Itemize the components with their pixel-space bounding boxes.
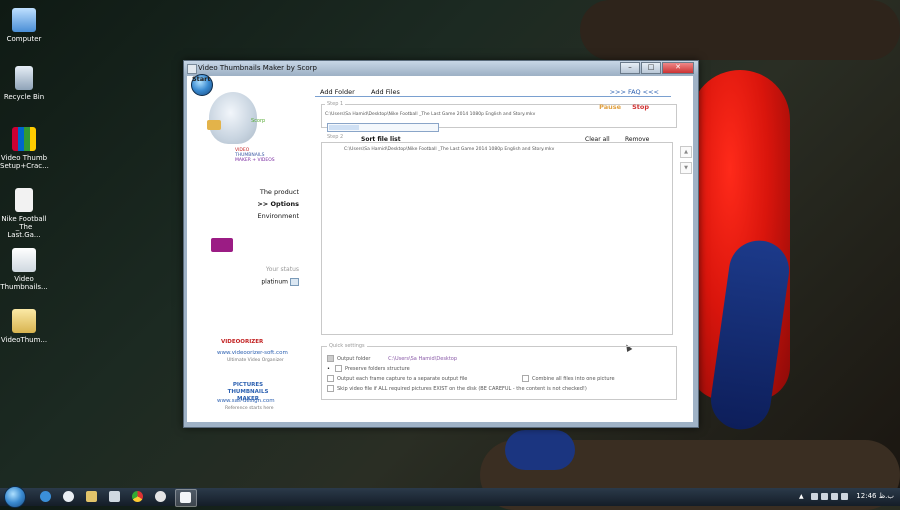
- volume-icon[interactable]: [831, 493, 838, 500]
- list-item[interactable]: C:\Users\Sa Hamid\Desktop\Nike Football …: [344, 147, 554, 152]
- each-frame-label: Output each frame capture to a separate …: [337, 376, 468, 382]
- background-branch-top: [580, 0, 900, 60]
- toolbar-divider: [315, 96, 671, 97]
- desktop-icon-label: Computer: [6, 35, 42, 43]
- skip-existing-option[interactable]: Skip video file if ALL required pictures…: [327, 385, 587, 392]
- winrar-archive-icon: [12, 127, 36, 151]
- video-thumbnails-app-icon: [180, 492, 191, 503]
- step1-path: C:\Users\Sa Hamid\Desktop\Nike Football …: [325, 112, 536, 117]
- move-down-button[interactable]: ▼: [680, 162, 692, 174]
- add-folder-button[interactable]: Add Folder: [320, 88, 355, 96]
- task-manager-icon[interactable]: [109, 491, 120, 502]
- explorer-icon[interactable]: [86, 491, 97, 502]
- minimize-button[interactable]: –: [620, 62, 640, 74]
- app-icon: [187, 64, 197, 74]
- scorp-bird-logo-icon: [209, 92, 257, 144]
- taskbar: ▲ 12:46 ب.ظ: [0, 486, 900, 508]
- ie-icon[interactable]: [40, 491, 51, 502]
- video-file-icon: [15, 188, 33, 212]
- output-folder-label: Output folder: [337, 356, 371, 362]
- maximize-button[interactable]: □: [641, 62, 661, 74]
- progress-indicator: [329, 125, 359, 130]
- logo-caption: VIDEO THUMBNAILS MAKER + VIDEOS: [235, 148, 275, 163]
- status-label: Your status: [265, 266, 299, 273]
- chrome-icon[interactable]: [132, 491, 143, 502]
- settings-icon[interactable]: [155, 491, 166, 502]
- skip-existing-checkbox[interactable]: [327, 385, 334, 392]
- shortcut-icon: [12, 248, 36, 272]
- desktop-icon-label: VideoThum...: [0, 336, 48, 344]
- output-folder-checkbox[interactable]: [327, 355, 334, 362]
- show-hidden-icons-icon[interactable]: ▲: [799, 493, 806, 500]
- desktop-icon-label: Nike Football _The Last.Ga...: [1, 215, 47, 239]
- nav-the-product[interactable]: The product: [260, 188, 299, 196]
- network-icon[interactable]: [821, 493, 828, 500]
- title-bar[interactable]: Video Thumbnails Maker by Scorp – □ ✕: [184, 61, 698, 75]
- each-frame-checkbox[interactable]: [327, 375, 334, 382]
- window-title: Video Thumbnails Maker by Scorp: [198, 64, 317, 72]
- language-icon[interactable]: [841, 493, 848, 500]
- preserve-structure-label: Preserve folders structure: [344, 366, 410, 372]
- file-list[interactable]: C:\Users\Sa Hamid\Desktop\Nike Football …: [321, 142, 673, 335]
- step1-label: Step 1: [325, 101, 346, 107]
- skip-existing-label: Skip video file if ALL required pictures…: [337, 386, 587, 392]
- left-panel: Scorp VIDEO THUMBNAILS MAKER + VIDEOS Th…: [187, 76, 305, 422]
- videoorizer-subtitle: Ultimate Video Organizer: [227, 358, 284, 363]
- step2-label: Step 2: [325, 134, 346, 140]
- desktop-icon-nike-video[interactable]: Nike Football _The Last.Ga...: [0, 188, 48, 239]
- move-up-button[interactable]: ▲: [680, 146, 692, 158]
- recycle-bin-icon: [15, 66, 33, 90]
- nav-options[interactable]: >> Options: [257, 200, 299, 208]
- computer-icon: [12, 8, 36, 32]
- logo-line: MAKER + VIDEOS: [235, 158, 275, 163]
- videoorizer-brand: VIDEOORIZER: [221, 339, 264, 345]
- desktop-icon-video-thumbnails-shortcut[interactable]: Video Thumbnails...: [0, 248, 48, 291]
- combine-checkbox[interactable]: [522, 375, 529, 382]
- each-frame-option[interactable]: Output each frame capture to a separate …: [327, 375, 467, 382]
- start-button[interactable]: Start: [191, 74, 213, 96]
- desktop-icon-label: Video Thumb Setup+Crac...: [0, 154, 49, 170]
- step1-progress-field[interactable]: [327, 123, 439, 132]
- output-folder-option[interactable]: Output folder C:\Users\Sa Hamid\Desktop: [327, 355, 457, 362]
- folder-icon: [12, 309, 36, 333]
- videoorizer-link[interactable]: www.videoorizer-soft.com: [217, 350, 288, 356]
- start-button-orb[interactable]: [4, 486, 26, 508]
- desktop-icon-setup-archive[interactable]: Video Thumb Setup+Crac...: [0, 127, 49, 170]
- flag-icon[interactable]: [811, 493, 818, 500]
- window-client: Scorp VIDEO THUMBNAILS MAKER + VIDEOS Th…: [187, 74, 693, 422]
- stop-button[interactable]: Stop: [632, 103, 649, 111]
- scissors-icon: [207, 120, 221, 130]
- status-value-text: platinum: [261, 278, 288, 286]
- sas-design-link[interactable]: www.sas-design.com: [217, 398, 275, 404]
- preserve-structure-checkbox[interactable]: [334, 365, 342, 372]
- combine-option[interactable]: Combine all files into one picture: [522, 375, 615, 382]
- add-files-button[interactable]: Add Files: [371, 88, 400, 96]
- pause-button[interactable]: Pause: [599, 103, 621, 111]
- desktop-icon-label: Video Thumbnails...: [0, 275, 48, 291]
- taskbar-active-app[interactable]: [175, 489, 197, 507]
- clock[interactable]: 12:46 ب.ظ: [856, 492, 894, 500]
- desktop-icon-label: Recycle Bin: [3, 93, 45, 101]
- desktop-icon-recycle-bin[interactable]: Recycle Bin: [0, 66, 48, 101]
- background-parrot-tail: [505, 430, 575, 470]
- desktop-icon-folder[interactable]: VideoThum...: [0, 309, 48, 344]
- promo-banner-icon[interactable]: [211, 238, 233, 252]
- app-window: Video Thumbnails Maker by Scorp – □ ✕ Sc…: [183, 60, 699, 428]
- logo-text: Scorp: [251, 118, 266, 124]
- status-value: platinum: [261, 278, 299, 286]
- preserve-structure-option[interactable]: • Preserve folders structure: [327, 365, 410, 372]
- faq-link[interactable]: >>> FAQ <<<: [610, 88, 659, 96]
- media-player-icon[interactable]: [63, 491, 74, 502]
- quick-settings-label: Quick settings: [327, 343, 367, 349]
- output-folder-value: C:\Users\Sa Hamid\Desktop: [388, 356, 458, 362]
- window-controls: – □ ✕: [620, 62, 694, 74]
- pictures-thumbnails-subtitle: Reference starts here: [225, 406, 274, 411]
- combine-label: Combine all files into one picture: [532, 376, 615, 382]
- nav-environment[interactable]: Environment: [257, 212, 299, 220]
- desktop-icon-computer[interactable]: Computer: [0, 8, 48, 43]
- close-button[interactable]: ✕: [662, 62, 694, 74]
- status-info-button[interactable]: [290, 278, 299, 286]
